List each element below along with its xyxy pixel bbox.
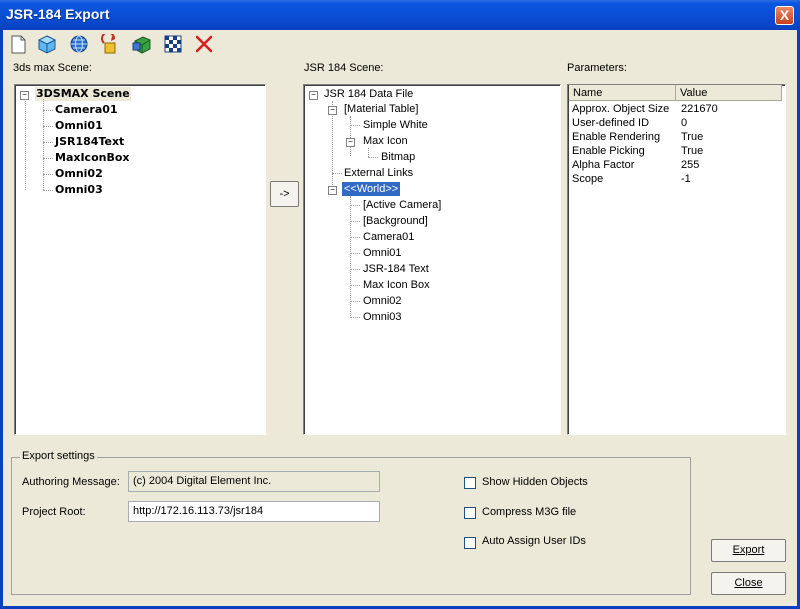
- tree-item-material-table[interactable]: [Material Table]: [344, 102, 418, 116]
- tree-item-background[interactable]: [Background]: [363, 214, 428, 228]
- tree-item-omni01[interactable]: Omni01: [363, 246, 402, 260]
- collapse-toggle[interactable]: −: [309, 91, 318, 100]
- tree-item-max-icon[interactable]: Max Icon: [363, 134, 408, 148]
- tree-connector: [43, 110, 53, 111]
- tree-connector: [350, 116, 351, 156]
- tree-connector: [43, 174, 53, 175]
- show-hidden-objects-checkbox[interactable]: [464, 477, 476, 489]
- tree-item-camera01[interactable]: Camera01: [55, 103, 118, 117]
- tree-item-omni03[interactable]: Omni03: [363, 310, 402, 324]
- tree-connector: [350, 221, 360, 222]
- show-hidden-objects-label[interactable]: Show Hidden Objects: [482, 476, 588, 488]
- mesh-icon[interactable]: [132, 34, 152, 54]
- tree-item-jsr184-text[interactable]: JSR-184 Text: [363, 262, 429, 276]
- tree-item-external-links[interactable]: External Links: [344, 166, 413, 180]
- close-button[interactable]: Close: [711, 572, 786, 595]
- export-settings-title: Export settings: [20, 450, 97, 462]
- param-value[interactable]: -1: [681, 172, 691, 186]
- collapse-toggle[interactable]: −: [346, 138, 355, 147]
- globe-icon[interactable]: [69, 34, 89, 54]
- auto-assign-ids-label[interactable]: Auto Assign User IDs: [482, 535, 586, 547]
- tree-connector: [350, 205, 360, 206]
- import-icon[interactable]: [100, 31, 120, 54]
- tree-item-maxiconbox[interactable]: MaxIconBox: [55, 151, 130, 165]
- collapse-toggle[interactable]: −: [20, 91, 29, 100]
- parameters-panel-label: Parameters:: [567, 62, 627, 74]
- param-name[interactable]: Enable Picking: [572, 144, 645, 158]
- tree-connector: [43, 190, 53, 191]
- compress-m3g-checkbox[interactable]: [464, 507, 476, 519]
- tree-connector: [43, 158, 53, 159]
- tree-item-jsr184text[interactable]: JSR184Text: [55, 135, 124, 149]
- tree-connector: [350, 253, 360, 254]
- window-title: JSR-184 Export: [6, 6, 110, 22]
- tree-connector: [350, 285, 360, 286]
- tree-item-max-icon-box[interactable]: Max Icon Box: [363, 278, 430, 292]
- project-root-label: Project Root:: [22, 506, 86, 518]
- param-value[interactable]: 221670: [681, 102, 718, 116]
- jsr-scene-tree[interactable]: − JSR 184 Data File − [Material Table] S…: [303, 84, 561, 435]
- tree-connector: [25, 101, 26, 190]
- tree-item-omni01[interactable]: Omni01: [55, 119, 103, 133]
- column-header-name[interactable]: Name: [569, 85, 676, 101]
- collapse-toggle[interactable]: −: [328, 186, 337, 195]
- scene-panel-label: 3ds max Scene:: [13, 62, 92, 74]
- close-window-button[interactable]: X: [775, 6, 794, 25]
- collapse-toggle[interactable]: −: [328, 106, 337, 115]
- param-name[interactable]: Enable Rendering: [572, 130, 660, 144]
- tree-connector: [350, 301, 360, 302]
- tree-connector: [43, 126, 53, 127]
- tree-connector: [350, 237, 360, 238]
- delete-icon[interactable]: [194, 34, 214, 54]
- param-name[interactable]: Scope: [572, 172, 603, 186]
- tree-connector: [368, 148, 369, 157]
- jsr-scene-panel-label: JSR 184 Scene:: [304, 62, 384, 74]
- project-root-input[interactable]: http://172.16.113.73/jsr184: [128, 501, 380, 522]
- authoring-message-field[interactable]: (c) 2004 Digital Element Inc.: [128, 471, 380, 492]
- tree-item-omni02[interactable]: Omni02: [55, 167, 103, 181]
- tree-item-camera01[interactable]: Camera01: [363, 230, 414, 244]
- auto-assign-ids-checkbox[interactable]: [464, 537, 476, 549]
- parameters-list[interactable]: Name Value Approx. Object Size 221670 User…: [567, 84, 786, 435]
- checker-icon[interactable]: [163, 34, 183, 54]
- param-name[interactable]: Alpha Factor: [572, 158, 634, 172]
- new-file-icon[interactable]: [8, 34, 28, 54]
- compress-m3g-label[interactable]: Compress M3G file: [482, 506, 576, 518]
- tree-root-node[interactable]: JSR 184 Data File: [324, 87, 413, 101]
- tree-item-simple-white[interactable]: Simple White: [363, 118, 428, 132]
- tree-root-node[interactable]: 3DSMAX Scene: [35, 87, 131, 101]
- tree-connector: [350, 196, 351, 318]
- param-value[interactable]: 255: [681, 158, 699, 172]
- export-button[interactable]: Export: [711, 539, 786, 562]
- tree-connector: [43, 142, 53, 143]
- param-value[interactable]: 0: [681, 116, 687, 130]
- title-bar[interactable]: JSR-184 Export X: [0, 0, 800, 30]
- param-name[interactable]: User-defined ID: [572, 116, 649, 130]
- tree-item-world[interactable]: <<World>>: [342, 182, 401, 196]
- tree-item-omni03[interactable]: Omni03: [55, 183, 103, 197]
- param-value[interactable]: True: [681, 130, 703, 144]
- tree-connector: [350, 317, 360, 318]
- tree-connector: [368, 157, 378, 158]
- cube-icon[interactable]: [37, 34, 57, 54]
- tree-item-omni02[interactable]: Omni02: [363, 294, 402, 308]
- transfer-button[interactable]: ->: [270, 181, 299, 207]
- tree-item-bitmap[interactable]: Bitmap: [381, 150, 415, 164]
- column-header-value[interactable]: Value: [676, 85, 782, 101]
- tree-connector: [43, 99, 44, 190]
- authoring-message-label: Authoring Message:: [22, 476, 120, 488]
- param-name[interactable]: Approx. Object Size: [572, 102, 669, 116]
- param-value[interactable]: True: [681, 144, 703, 158]
- tree-connector: [332, 173, 342, 174]
- tree-item-active-camera[interactable]: [Active Camera]: [363, 198, 441, 212]
- tree-connector: [350, 125, 360, 126]
- tree-connector: [350, 269, 360, 270]
- max-scene-tree[interactable]: − 3DSMAX Scene Camera01 Omni01 JSR184Tex…: [14, 84, 266, 435]
